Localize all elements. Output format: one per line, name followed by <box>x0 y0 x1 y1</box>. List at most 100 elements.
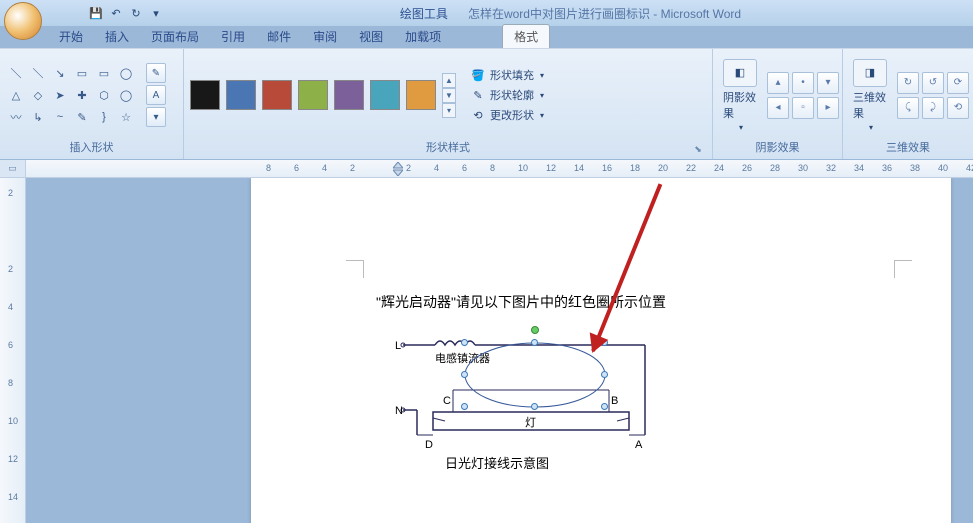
tilt-icon[interactable]: ↻ <box>897 72 919 94</box>
group-label: 阴影效果 <box>719 137 836 157</box>
shapes-gallery[interactable]: ＼ ＼ ↘ ▭ ▭ ◯ △ ◇ ➤ ✚ ⬡ ◯ 〰 ↳ ~ ✎ } ☆ <box>6 63 136 127</box>
shadow-effects-button[interactable]: ◧ 阴影效果▾ <box>719 57 761 134</box>
tab-format[interactable]: 格式 <box>502 24 550 48</box>
indent-marker-icon[interactable] <box>393 162 403 176</box>
resize-handle[interactable] <box>461 339 468 346</box>
shape-connector[interactable]: ↳ <box>28 107 48 127</box>
ruler-corner[interactable]: ▭ <box>0 160 26 177</box>
shape-triangle[interactable]: △ <box>6 85 26 105</box>
style-swatch[interactable] <box>334 80 364 110</box>
tilt-icon[interactable]: ⟳ <box>947 72 969 94</box>
tab-insert[interactable]: 插入 <box>94 25 140 48</box>
resize-handle[interactable] <box>531 339 538 346</box>
edit-shape-icon[interactable]: ✎ <box>146 63 166 83</box>
shape-star[interactable]: ☆ <box>116 107 136 127</box>
nudge-up-icon[interactable]: ▴ <box>767 72 789 94</box>
contextual-tab-title: 绘图工具 <box>400 5 448 22</box>
office-button[interactable] <box>4 2 42 40</box>
style-swatch[interactable] <box>190 80 220 110</box>
dialog-launcher-icon[interactable]: ⬊ <box>692 143 704 155</box>
ruler-row: ▭ 86422468101214161820222426283032343638… <box>0 160 973 178</box>
svg-text:灯: 灯 <box>525 416 536 429</box>
tab-review[interactable]: 审阅 <box>302 25 348 48</box>
svg-text:B: B <box>611 395 618 407</box>
3d-effects-button[interactable]: ◨ 三维效果▾ <box>849 57 891 134</box>
vertical-ruler[interactable]: 22468101214 <box>0 178 26 523</box>
shape-arrow-r[interactable]: ➤ <box>50 85 70 105</box>
text-box-icon[interactable]: A <box>146 85 166 105</box>
shape-brace[interactable]: } <box>94 107 114 127</box>
tilt-icon[interactable]: ↺ <box>922 72 944 94</box>
nudge-icon[interactable]: • <box>792 72 814 94</box>
nudge-down-icon[interactable]: ▾ <box>817 72 839 94</box>
tab-page-layout[interactable]: 页面布局 <box>140 25 210 48</box>
shape-line2[interactable]: ＼ <box>28 63 48 83</box>
circuit-diagram: L 电感镇流器 N 灯 <box>395 330 675 470</box>
svg-text:C: C <box>443 395 451 407</box>
ribbon-tabs: 开始 插入 页面布局 引用 邮件 审阅 视图 加载项 格式 <box>0 26 973 48</box>
qat-dropdown-icon[interactable]: ▾ <box>148 5 164 21</box>
shape-rect[interactable]: ▭ <box>72 63 92 83</box>
nudge-right-icon[interactable]: ▸ <box>817 97 839 119</box>
title-bar: 💾 ↶ ↻ ▾ 绘图工具 怎样在word中对图片进行画圈标识 - Microso… <box>0 0 973 26</box>
group-3d: ◨ 三维效果▾ ↻ ↺ ⟳ ⤹ ⤸ ⟲ 三维效果 <box>843 49 973 159</box>
shape-oval[interactable]: ◯ <box>116 63 136 83</box>
canvas[interactable]: "辉光启动器"请见以下图片中的红色圈所示位置 L 电感镇流器 N <box>26 178 973 523</box>
tab-home[interactable]: 开始 <box>48 25 94 48</box>
tilt-icon[interactable]: ⤹ <box>897 97 919 119</box>
shape-rect2[interactable]: ▭ <box>94 63 114 83</box>
resize-handle[interactable] <box>601 403 608 410</box>
resize-handle[interactable] <box>531 403 538 410</box>
cube-icon: ◨ <box>853 59 887 87</box>
shape-diamond[interactable]: ◇ <box>28 85 48 105</box>
gallery-up-icon[interactable]: ▲ <box>442 73 456 88</box>
margin-mark <box>894 260 912 278</box>
shape-round[interactable]: ◯ <box>116 85 136 105</box>
change-icon: ⟲ <box>470 107 486 123</box>
resize-handle[interactable] <box>601 371 608 378</box>
shape-scribble[interactable]: ✎ <box>72 107 92 127</box>
gallery-more-icon[interactable]: ▾ <box>442 103 456 118</box>
tab-references[interactable]: 引用 <box>210 25 256 48</box>
resize-handle[interactable] <box>461 371 468 378</box>
tab-mailings[interactable]: 邮件 <box>256 25 302 48</box>
shape-plus[interactable]: ✚ <box>72 85 92 105</box>
svg-text:D: D <box>425 439 433 451</box>
redo-icon[interactable]: ↻ <box>128 5 144 21</box>
save-icon[interactable]: 💾 <box>88 5 104 21</box>
nudge-left-icon[interactable]: ◂ <box>767 97 789 119</box>
nudge-center-icon[interactable]: ▫ <box>792 97 814 119</box>
style-swatch[interactable] <box>406 80 436 110</box>
style-swatch[interactable] <box>226 80 256 110</box>
group-insert-shapes: ＼ ＼ ↘ ▭ ▭ ◯ △ ◇ ➤ ✚ ⬡ ◯ 〰 ↳ ~ ✎ } ☆ ✎ <box>0 49 184 159</box>
shape-freeform[interactable]: ~ <box>50 107 70 127</box>
tab-view[interactable]: 视图 <box>348 25 394 48</box>
shape-line[interactable]: ＼ <box>6 63 26 83</box>
more-shapes-icon[interactable]: ▾ <box>146 107 166 127</box>
svg-text:日光灯接线示意图: 日光灯接线示意图 <box>445 456 549 471</box>
change-shape-button[interactable]: ⟲更改形状▾ <box>468 106 546 124</box>
shadow-icon: ◧ <box>723 59 757 87</box>
svg-text:L: L <box>395 340 401 352</box>
horizontal-ruler[interactable]: 8642246810121416182022242628303234363840… <box>26 160 973 177</box>
shape-outline-button[interactable]: ✎形状轮廓▾ <box>468 86 546 104</box>
gallery-down-icon[interactable]: ▼ <box>442 88 456 103</box>
page[interactable]: "辉光启动器"请见以下图片中的红色圈所示位置 L 电感镇流器 N <box>251 178 951 523</box>
svg-text:N: N <box>395 405 403 417</box>
group-label: 插入形状 <box>6 137 177 157</box>
group-label: 三维效果 <box>849 137 967 157</box>
shape-hex[interactable]: ⬡ <box>94 85 114 105</box>
shape-arrow[interactable]: ↘ <box>50 63 70 83</box>
rotate-handle[interactable] <box>531 326 539 334</box>
style-swatch[interactable] <box>262 80 292 110</box>
tilt-icon[interactable]: ⟲ <box>947 97 969 119</box>
style-swatch[interactable] <box>298 80 328 110</box>
shape-fill-button[interactable]: 🪣形状填充▾ <box>468 66 546 84</box>
resize-handle[interactable] <box>461 403 468 410</box>
ribbon: ＼ ＼ ↘ ▭ ▭ ◯ △ ◇ ➤ ✚ ⬡ ◯ 〰 ↳ ~ ✎ } ☆ ✎ <box>0 48 973 160</box>
shape-curve[interactable]: 〰 <box>6 107 26 127</box>
tilt-icon[interactable]: ⤸ <box>922 97 944 119</box>
tab-addins[interactable]: 加载项 <box>394 25 452 48</box>
style-swatch[interactable] <box>370 80 400 110</box>
undo-icon[interactable]: ↶ <box>108 5 124 21</box>
